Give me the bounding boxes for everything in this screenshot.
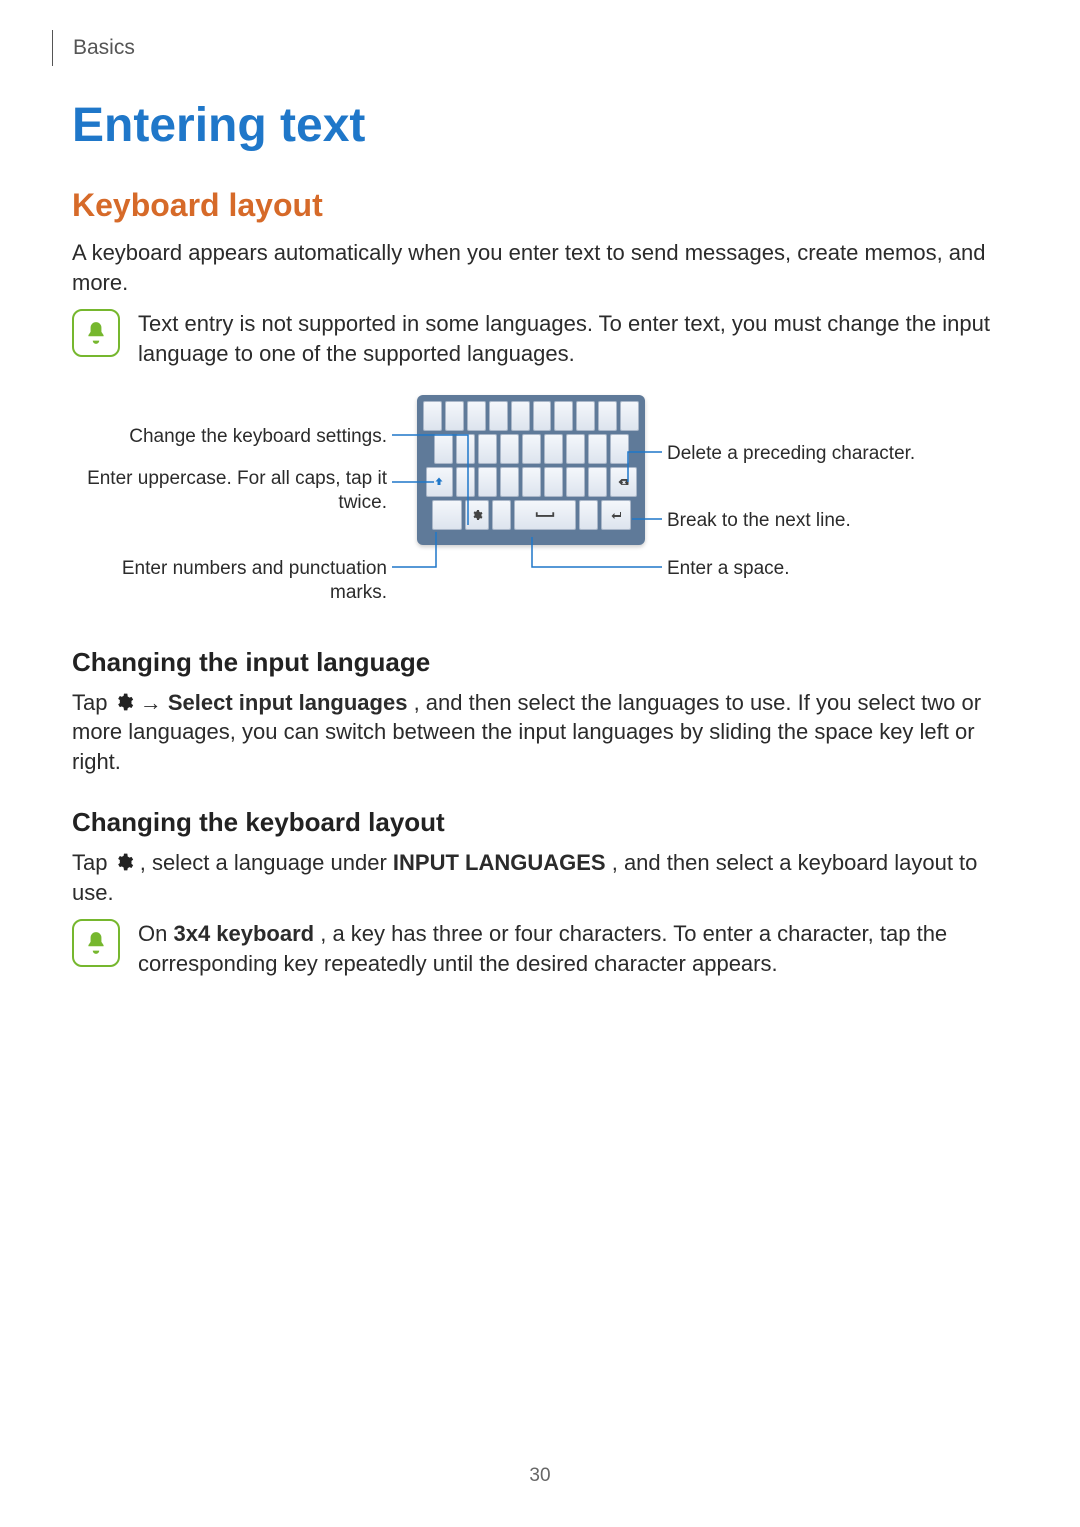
heading-changing-input-language: Changing the input language	[72, 647, 1008, 678]
callout-delete: Delete a preceding character.	[667, 442, 997, 466]
section-keyboard-layout-heading: Keyboard layout	[72, 187, 1008, 224]
shift-key	[426, 467, 453, 497]
chapter-header: Basics	[52, 30, 135, 66]
para-changing-keyboard-layout: Tap , select a language under INPUT LANG…	[72, 848, 1008, 907]
keyboard-layout-intro: A keyboard appears automatically when yo…	[72, 238, 1008, 297]
page-title: Entering text	[72, 98, 1008, 153]
keyboard-diagram: Change the keyboard settings. Enter uppe…	[72, 387, 1008, 617]
callout-uppercase: Enter uppercase. For all caps, tap it tw…	[72, 467, 387, 515]
symbols-key	[432, 500, 462, 530]
note-3x4-keyboard-text: On 3x4 keyboard , a key has three or fou…	[138, 919, 1008, 978]
gear-icon	[114, 690, 134, 710]
heading-changing-keyboard-layout: Changing the keyboard layout	[72, 807, 1008, 838]
bell-icon	[72, 919, 120, 967]
note-language-support: Text entry is not supported in some lang…	[72, 309, 1008, 368]
callout-nextline: Break to the next line.	[667, 509, 997, 533]
chapter-label: Basics	[73, 36, 135, 60]
callout-space: Enter a space.	[667, 557, 997, 581]
note-3x4-keyboard: On 3x4 keyboard , a key has three or fou…	[72, 919, 1008, 978]
gear-icon	[114, 850, 134, 870]
note-language-support-text: Text entry is not supported in some lang…	[138, 309, 1008, 368]
bell-icon	[72, 309, 120, 357]
enter-key	[601, 500, 631, 530]
space-key	[514, 500, 576, 530]
keyboard-graphic	[417, 395, 645, 545]
para-changing-input-language: Tap → Select input languages , and then …	[72, 688, 1008, 777]
settings-key	[465, 500, 489, 530]
backspace-key	[610, 467, 637, 497]
callout-change-settings: Change the keyboard settings.	[72, 425, 387, 449]
page-number: 30	[0, 1465, 1080, 1487]
callout-numbers: Enter numbers and punctuation marks.	[72, 557, 387, 605]
